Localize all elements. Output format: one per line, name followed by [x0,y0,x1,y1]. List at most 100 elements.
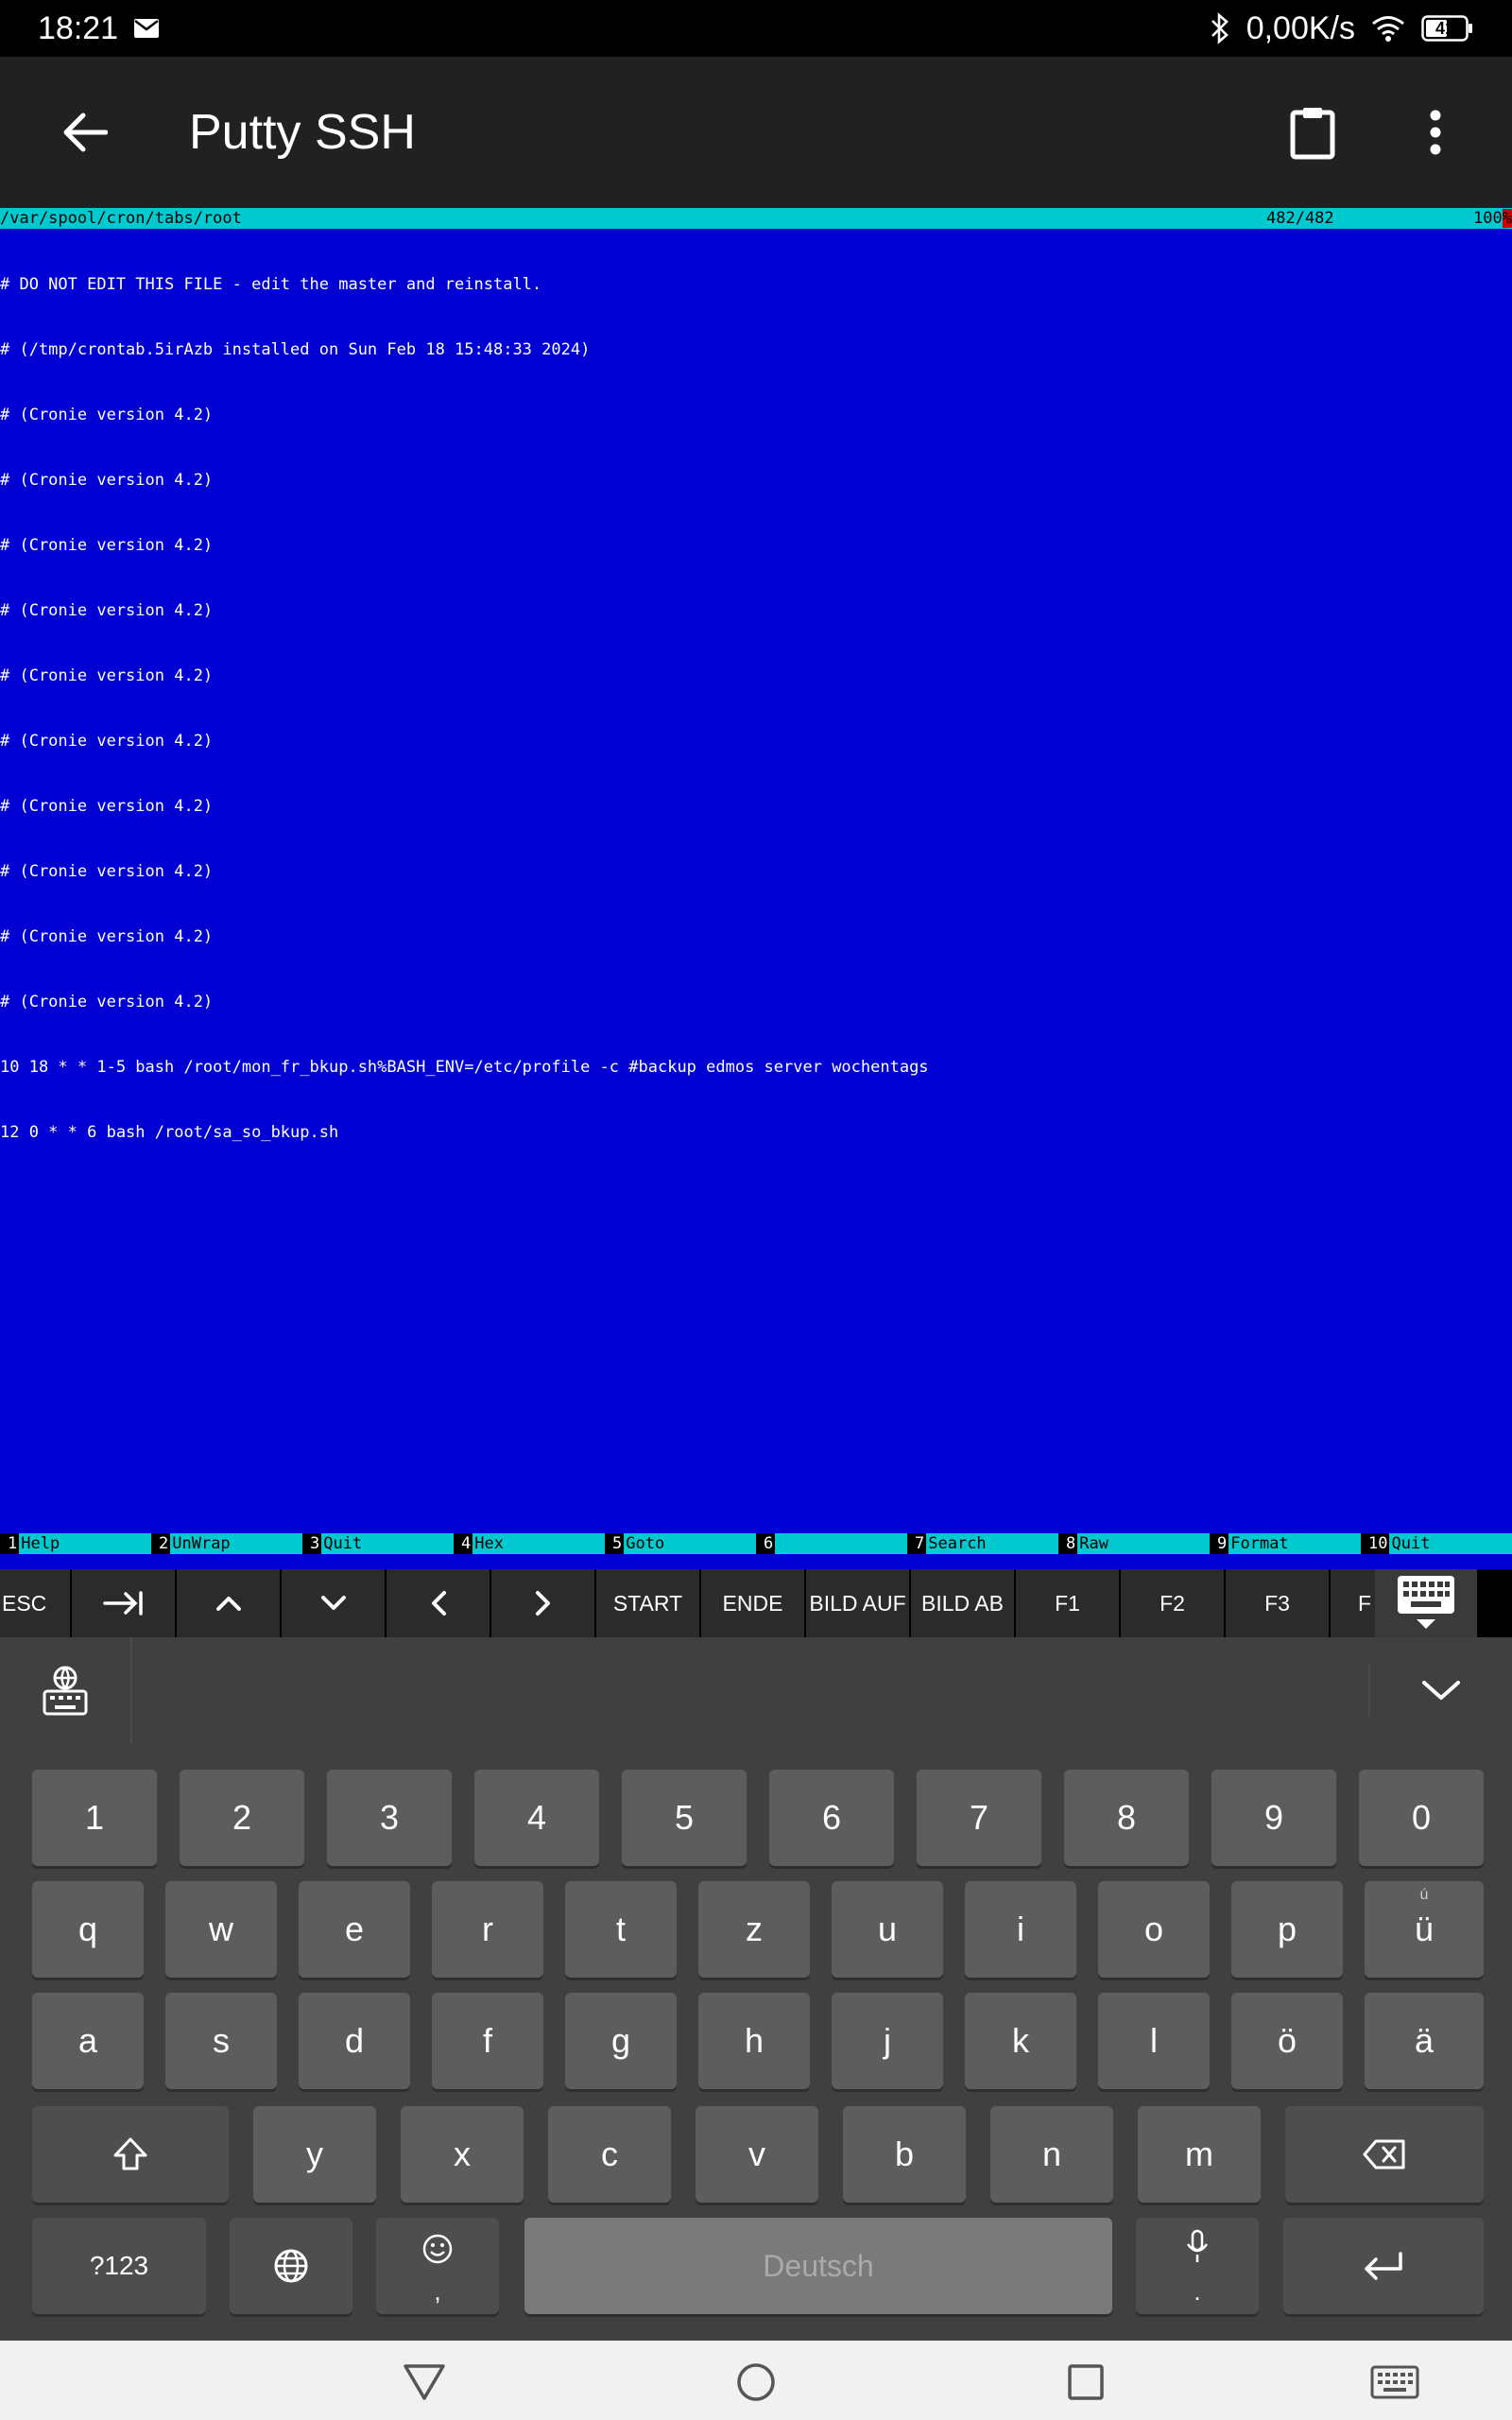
key-4[interactable]: 4 [474,1770,599,1866]
mic-period-key[interactable]: . [1136,2218,1259,2314]
enter-key[interactable] [1283,2218,1484,2314]
key-k[interactable]: k [965,1993,1076,2089]
key-9[interactable]: 9 [1211,1770,1336,1866]
nav-keyboard-button[interactable] [1370,2360,1419,2405]
arrow-right-key[interactable] [491,1569,596,1637]
emoji-comma-key[interactable]: , [376,2218,499,2314]
fkey-unwrap[interactable]: 2 UnWrap [151,1533,302,1554]
key-f[interactable]: f [432,1993,543,2089]
symbols-key[interactable]: ?123 [32,2218,206,2314]
key-t[interactable]: t [565,1881,677,1978]
terminal[interactable]: /var/spool/cron/tabs/root 482/482 100% #… [0,208,1512,1569]
fkey-quit-10[interactable]: 10 Quit [1361,1533,1512,1554]
language-key[interactable] [230,2218,352,2314]
arrow-up-key[interactable] [177,1569,282,1637]
tab-key[interactable] [72,1569,177,1637]
key-7[interactable]: 7 [917,1770,1041,1866]
ende-key[interactable]: ENDE [701,1569,806,1637]
key-s[interactable]: s [165,1993,277,2089]
key-2[interactable]: 2 [180,1770,304,1866]
app-actions [1270,90,1478,175]
key-d[interactable]: d [299,1993,410,2089]
key-5[interactable]: 5 [622,1770,747,1866]
backspace-key[interactable] [1285,2106,1484,2203]
key-x[interactable]: x [401,2106,524,2203]
clipboard-button[interactable] [1270,90,1355,175]
arrow-down-key[interactable] [282,1569,387,1637]
key-n[interactable]: n [990,2106,1113,2203]
terminal-line: 12 0 * * 6 bash /root/sa_so_bkup.sh [0,1123,339,1142]
fkey-search[interactable]: 7 Search [907,1533,1058,1554]
key-b[interactable]: b [843,2106,966,2203]
space-key[interactable]: Deutsch [524,2218,1112,2314]
key-a[interactable]: a [32,1993,144,2089]
keyboard-toolbar [0,1637,1512,1743]
bild-ab-key[interactable]: BILD AB [911,1569,1016,1637]
key-0[interactable]: 0 [1359,1770,1484,1866]
fkey-raw[interactable]: 8 Raw [1058,1533,1210,1554]
terminal-line: # (Cronie version 4.2) [0,993,214,1011]
toggle-keyboard-button[interactable] [1375,1569,1479,1637]
arrow-left-key[interactable] [387,1569,491,1637]
battery-level: 41 [1435,19,1455,38]
enter-icon [1365,2252,1402,2280]
key-c[interactable]: c [548,2106,671,2203]
app-bar: Putty SSH [0,57,1512,208]
chevron-left-icon [431,1591,446,1616]
fkey-help[interactable]: 1 Help [0,1533,151,1554]
key-o[interactable]: o [1098,1881,1210,1978]
key-3[interactable]: 3 [327,1770,452,1866]
tab-icon [102,1591,143,1616]
key-q[interactable]: q [32,1881,144,1978]
key-v[interactable]: v [696,2106,818,2203]
key-y[interactable]: y [253,2106,376,2203]
nav-recents-button[interactable] [1063,2360,1108,2405]
nav-back-button[interactable] [402,2360,447,2405]
key-g[interactable]: g [565,1993,677,2089]
f2-key[interactable]: F2 [1121,1569,1226,1637]
key-i[interactable]: i [965,1881,1076,1978]
shift-key[interactable] [32,2106,229,2203]
keyboard-settings-button[interactable] [0,1637,132,1743]
more-options-button[interactable] [1393,90,1478,175]
globe-icon [274,2249,308,2283]
terminal-line: # DO NOT EDIT THIS FILE - edit the maste… [0,275,542,294]
keyboard-globe-icon [43,1666,88,1716]
key-u-umlaut[interactable]: ú ü [1365,1881,1484,1978]
back-button[interactable] [38,85,132,180]
key-m[interactable]: m [1138,2106,1261,2203]
fkey-hex[interactable]: 4 Hex [454,1533,605,1554]
f3-key[interactable]: F3 [1226,1569,1331,1637]
f1-key[interactable]: F1 [1016,1569,1121,1637]
key-hint: ú [1419,1887,1429,1903]
key-r[interactable]: r [432,1881,543,1978]
key-1[interactable]: 1 [32,1770,157,1866]
key-h[interactable]: h [698,1993,810,2089]
status-time: 18:21 [38,9,119,46]
key-a-umlaut[interactable]: ä [1365,1993,1484,2089]
keyboard-hide-icon [1398,1576,1454,1629]
period-label: . [1194,2277,1201,2306]
key-j[interactable]: j [832,1993,943,2089]
fkey-quit[interactable]: 3 Quit [302,1533,454,1554]
key-6[interactable]: 6 [769,1770,894,1866]
fkey-format[interactable]: 9 Format [1210,1533,1361,1554]
fkey-goto[interactable]: 5 Goto [605,1533,756,1554]
nav-home-button[interactable] [733,2360,779,2405]
f4-key[interactable]: F [1331,1569,1375,1637]
key-p[interactable]: p [1231,1881,1343,1978]
key-z[interactable]: z [698,1881,810,1978]
key-o-umlaut[interactable]: ö [1231,1993,1343,2089]
collapse-keyboard-button[interactable] [1370,1637,1512,1743]
key-u[interactable]: u [832,1881,943,1978]
start-key[interactable]: START [596,1569,701,1637]
esc-key[interactable]: ESC [0,1569,72,1637]
key-l[interactable]: l [1098,1993,1210,2089]
key-e[interactable]: e [299,1881,410,1978]
key-w[interactable]: w [165,1881,277,1978]
app-title: Putty SSH [189,105,416,160]
file-path: /var/spool/cron/tabs/root [0,209,242,228]
fkey-6[interactable]: 6 [756,1533,907,1554]
key-8[interactable]: 8 [1064,1770,1189,1866]
bild-auf-key[interactable]: BILD AUF [806,1569,911,1637]
